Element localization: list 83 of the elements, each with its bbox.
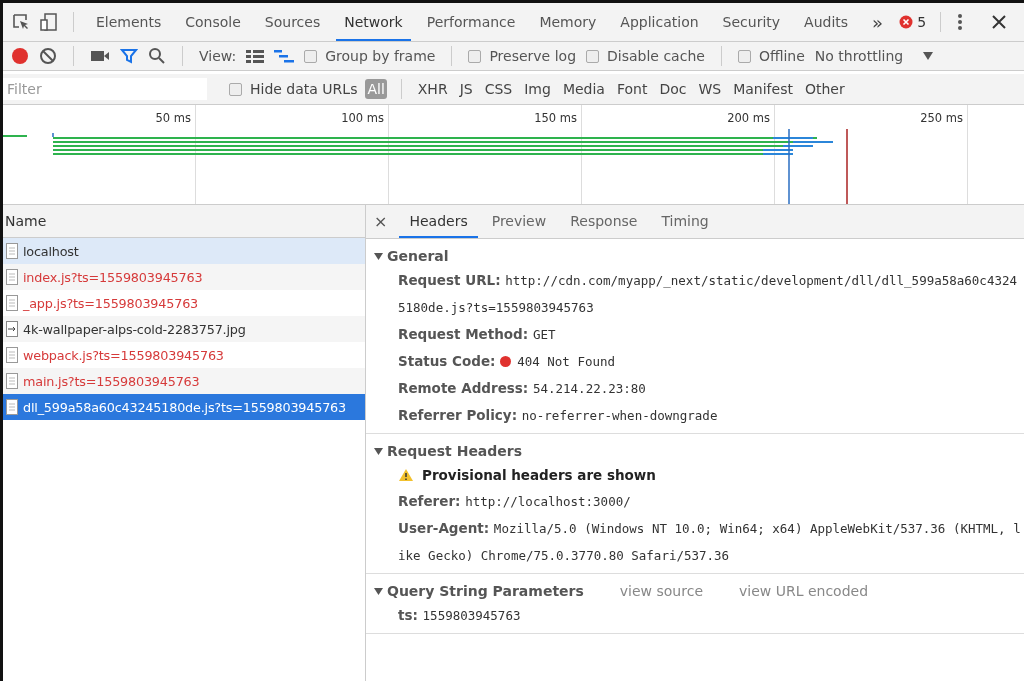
- expanded-triangle-icon[interactable]: [374, 251, 383, 261]
- waterfall-icon[interactable]: [274, 49, 295, 63]
- tick-label: 250 ms: [920, 110, 964, 125]
- tick-label: 200 ms: [727, 110, 771, 125]
- view-toggle-link[interactable]: view source: [619, 583, 703, 599]
- document-icon: [6, 373, 18, 389]
- document-icon: [6, 399, 18, 415]
- type-filter[interactable]: Font: [614, 79, 650, 99]
- expanded-triangle-icon[interactable]: [374, 446, 383, 456]
- type-filter[interactable]: JS: [457, 79, 475, 99]
- request-row[interactable]: main.js?ts=1559803945763: [3, 368, 365, 394]
- close-button[interactable]: ×: [374, 212, 396, 238]
- view-toggle-link[interactable]: view URL encoded: [739, 583, 869, 599]
- header-row-text: User-Agent: Mozilla/5.0 (Windows NT 10.0; Win64; x64) AppleWebKit/537.36 (KHTML, like Gecko) Chrome/75.0.3770.80 Safari/537.36: [397, 519, 1022, 565]
- request-row[interactable]: dll_599a58a60c43245180de.js?ts=1559803945763: [3, 394, 365, 420]
- request-row[interactable]: localhost: [3, 238, 365, 264]
- header-row-text: Referer: http://localhost:3000/: [397, 492, 632, 511]
- request-row[interactable]: webpack.js?ts=1559803945763: [3, 342, 365, 368]
- error-icon: [899, 15, 914, 29]
- tick-label: 50 ms: [155, 110, 192, 125]
- header-row-text: Request URL: http://cdn.com/myapp/_next/static/development/dll/dll_599a58a60c43245180de.js?ts=1559803945763: [397, 271, 1018, 317]
- section-title[interactable]: Query String Parameters: [387, 583, 584, 599]
- panel-tab[interactable]: Audits: [796, 3, 857, 41]
- filter-field[interactable]: Filter: [3, 78, 207, 100]
- header-row-text: Referrer Policy: no-referrer-when-downgrade: [397, 406, 719, 425]
- type-filter[interactable]: Manifest: [731, 79, 795, 99]
- list-view-icon[interactable]: [246, 49, 265, 63]
- panel-tab[interactable]: Security: [714, 3, 789, 41]
- detail-tab[interactable]: Timing: [651, 213, 719, 238]
- dropdown-caret-icon: [923, 52, 934, 60]
- request-row[interactable]: index.js?ts=1559803945763: [3, 264, 365, 290]
- option-checkbox[interactable]: Offline: [737, 48, 805, 64]
- type-filter[interactable]: Doc: [657, 79, 689, 99]
- section-title[interactable]: Request Headers: [387, 443, 523, 459]
- header-row-text: ts: 1559803945763: [397, 606, 522, 625]
- detail-tab[interactable]: Headers: [399, 213, 478, 238]
- panel-tab[interactable]: Application: [612, 3, 707, 41]
- column-header[interactable]: Name: [3, 205, 365, 238]
- more-tabs-button[interactable]: »: [864, 11, 892, 33]
- document-icon: [6, 347, 18, 363]
- record-icon[interactable]: [11, 47, 29, 65]
- filter-icon[interactable]: [120, 47, 138, 65]
- type-filter[interactable]: XHR: [415, 79, 450, 99]
- request-row[interactable]: _app.js?ts=1559803945763: [3, 290, 365, 316]
- hide-data-urls-checkbox[interactable]: Hide data URLs: [229, 81, 358, 97]
- option-checkbox[interactable]: Group by frame: [304, 48, 436, 64]
- document-icon: [6, 269, 18, 285]
- type-filter[interactable]: CSS: [482, 79, 515, 99]
- type-filter[interactable]: Other: [802, 79, 847, 99]
- type-filter[interactable]: WS: [696, 79, 724, 99]
- header-row-text: Request Method: GET: [397, 325, 557, 344]
- header-row-text: Remote Address: 54.214.22.23:80: [397, 379, 647, 398]
- tick-label: 150 ms: [534, 110, 578, 125]
- tick-label: 100 ms: [341, 110, 385, 125]
- type-filter[interactable]: Media: [560, 79, 607, 99]
- section-title[interactable]: General: [387, 248, 449, 264]
- panel-tab[interactable]: Elements: [88, 3, 170, 41]
- type-filter[interactable]: Img: [522, 79, 553, 99]
- error-count[interactable]: 5: [899, 14, 927, 30]
- request-row[interactable]: 4k-wallpaper-alps-cold-2283757.jpg: [3, 316, 365, 342]
- detail-tab[interactable]: Response: [560, 213, 648, 238]
- close-icon[interactable]: [991, 14, 1008, 30]
- option-checkbox[interactable]: Preserve log: [468, 48, 577, 64]
- inspect-icon[interactable]: [11, 12, 31, 32]
- warning-icon: [398, 468, 414, 482]
- document-icon: [6, 243, 18, 259]
- panel-tab[interactable]: Sources: [256, 3, 329, 41]
- video-camera-icon[interactable]: [90, 49, 110, 63]
- option-checkbox[interactable]: Disable cache: [586, 48, 705, 64]
- clear-icon[interactable]: [39, 47, 57, 65]
- panel-tab[interactable]: Performance: [418, 3, 524, 41]
- detail-tab[interactable]: Preview: [481, 213, 557, 238]
- search-icon[interactable]: [148, 47, 166, 65]
- expanded-triangle-icon[interactable]: [374, 586, 383, 596]
- device-icon[interactable]: [39, 12, 59, 32]
- document-icon: [6, 295, 18, 311]
- panel-tab[interactable]: Memory: [531, 3, 605, 41]
- warning-message: Provisional headers are shown: [422, 466, 656, 485]
- throttling-dropdown[interactable]: No throttling: [814, 48, 934, 64]
- header-row-text: Status Code: 404 Not Found: [397, 352, 617, 371]
- view-label: View:: [199, 48, 237, 64]
- panel-tab[interactable]: Network: [336, 3, 411, 41]
- panel-tab[interactable]: Console: [177, 3, 249, 41]
